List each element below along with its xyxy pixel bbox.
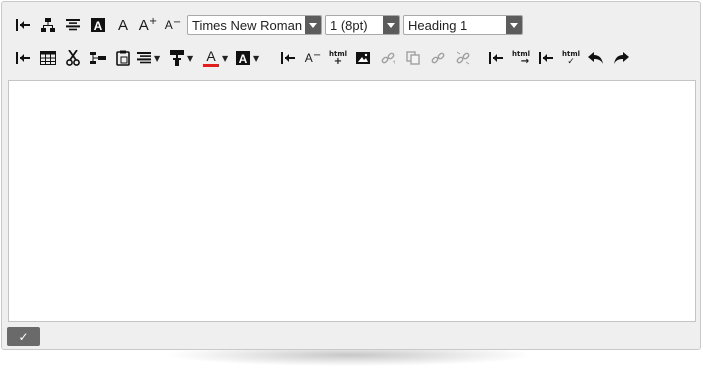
font-decrease-icon[interactable]: A − bbox=[162, 14, 184, 36]
align-justify-icon bbox=[137, 52, 151, 64]
font-color-icon: A bbox=[203, 49, 219, 67]
font-color-label: A bbox=[206, 48, 216, 64]
font-size-select[interactable]: 1 (8pt) bbox=[325, 15, 400, 35]
paragraph-align-menu[interactable]: ▼ bbox=[137, 47, 167, 69]
font-increase-label: A bbox=[138, 16, 149, 34]
highlight-icon: A bbox=[236, 51, 250, 65]
paste-icon[interactable] bbox=[112, 47, 134, 69]
font-shrink-icon[interactable]: A − bbox=[302, 47, 324, 69]
block-format-dropdown-icon[interactable] bbox=[506, 16, 522, 34]
outdent-icon[interactable] bbox=[277, 47, 299, 69]
rich-text-editor: A A A + A − Times New Roman 1 (8pt) Headin… bbox=[1, 1, 701, 350]
link-icon[interactable]: + bbox=[377, 47, 399, 69]
table-icon[interactable] bbox=[37, 47, 59, 69]
chevron-down-icon: ▼ bbox=[253, 53, 260, 63]
font-color-menu[interactable]: A ▼ bbox=[203, 47, 233, 69]
font-normal-label: A bbox=[117, 16, 128, 34]
font-increase-icon[interactable]: A + bbox=[137, 14, 159, 36]
check-icon: ✓ bbox=[18, 329, 29, 344]
font-decrease-label: A bbox=[164, 18, 173, 32]
undo-icon[interactable] bbox=[585, 47, 607, 69]
toggle-view-icon[interactable] bbox=[12, 14, 34, 36]
indent-icon[interactable] bbox=[12, 47, 34, 69]
submit-button[interactable]: ✓ bbox=[7, 327, 40, 346]
copy-icon[interactable] bbox=[402, 47, 424, 69]
chevron-down-icon: ▼ bbox=[187, 53, 194, 63]
font-normal-icon[interactable]: A bbox=[112, 14, 134, 36]
toolbar-row-2: ▼ ▼ A ▼ A ▼ A − html + + html → html ✓ bbox=[12, 44, 635, 72]
format-painter-menu[interactable]: ▼ bbox=[170, 47, 200, 69]
redo-icon[interactable] bbox=[610, 47, 632, 69]
chevron-down-icon: ▼ bbox=[154, 53, 161, 63]
block-format-value: Heading 1 bbox=[408, 17, 468, 33]
font-family-dropdown-icon[interactable] bbox=[305, 16, 321, 34]
background-color-icon[interactable]: A bbox=[87, 14, 109, 36]
bg-text-sample: A bbox=[94, 19, 103, 32]
toolbar-row-1: A A A + A − Times New Roman 1 (8pt) Headin… bbox=[12, 11, 526, 39]
insert-html-icon[interactable]: html + bbox=[327, 47, 349, 69]
svg-text:+: + bbox=[392, 59, 395, 65]
highlight-text-sample: A bbox=[239, 52, 248, 65]
font-size-value: 1 (8pt) bbox=[330, 17, 368, 33]
hierarchy-icon[interactable] bbox=[37, 14, 59, 36]
font-family-value: Times New Roman bbox=[192, 17, 303, 33]
hyperlink-icon[interactable] bbox=[427, 47, 449, 69]
indent-block-icon[interactable] bbox=[485, 47, 507, 69]
unlink-icon[interactable] bbox=[452, 47, 474, 69]
chevron-down-icon: ▼ bbox=[222, 53, 229, 63]
font-shrink-label: A bbox=[304, 51, 313, 65]
align-center-icon[interactable] bbox=[62, 14, 84, 36]
highlight-color-menu[interactable]: A ▼ bbox=[236, 47, 266, 69]
font-size-dropdown-icon[interactable] bbox=[383, 16, 399, 34]
image-icon[interactable] bbox=[352, 47, 374, 69]
font-family-select[interactable]: Times New Roman bbox=[187, 15, 322, 35]
html-validate-icon[interactable]: html ✓ bbox=[560, 47, 582, 69]
insert-field-icon[interactable] bbox=[87, 47, 109, 69]
outdent-block-icon[interactable] bbox=[535, 47, 557, 69]
editor-content-area[interactable] bbox=[8, 80, 696, 322]
cut-icon[interactable] bbox=[62, 47, 84, 69]
format-painter-icon bbox=[170, 50, 184, 66]
block-format-select[interactable]: Heading 1 bbox=[403, 15, 523, 35]
html-export-icon[interactable]: html → bbox=[510, 47, 532, 69]
